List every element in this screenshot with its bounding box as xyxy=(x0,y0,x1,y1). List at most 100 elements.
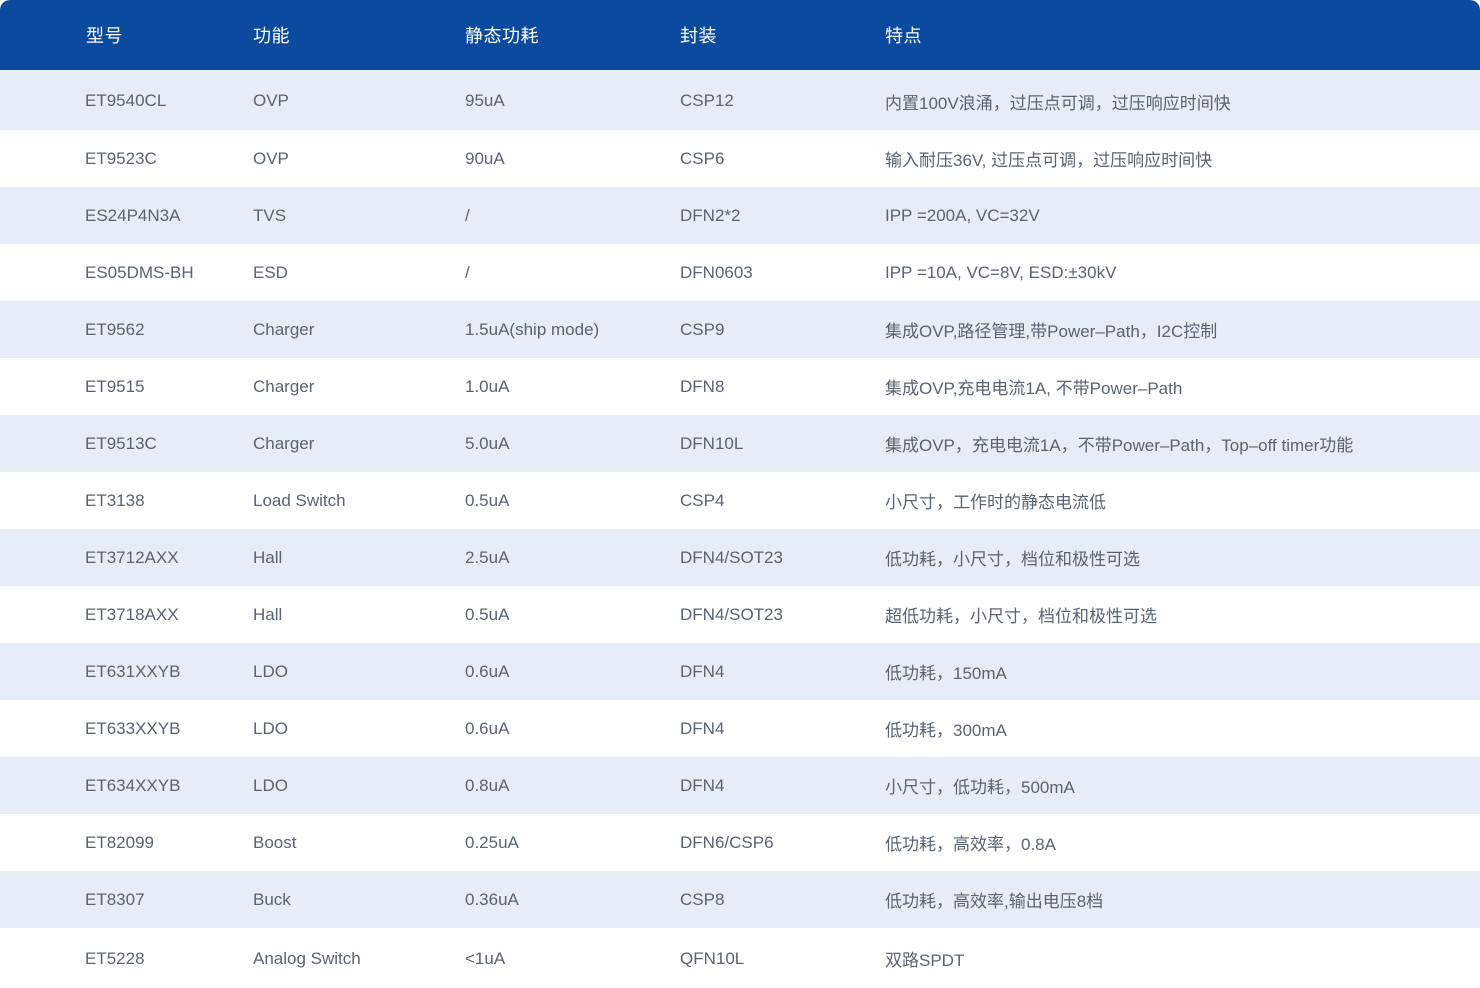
cell-model: ET9540CL xyxy=(85,91,167,110)
table-body: ET9540CL OVP 95uA CSP12 内置100V浪涌，过压点可调，过压响应时… xyxy=(0,70,1480,988)
cell-quiescent-power: 90uA xyxy=(465,148,505,168)
cell-features: 小尺寸，低功耗，500mA xyxy=(885,778,1075,797)
cell-features: IPP =10A, VC=8V, ESD:±30kV xyxy=(885,262,1117,282)
cell-model: ET82099 xyxy=(85,832,154,852)
table-row: ET3138 Load Switch 0.5uA CSP4 小尺寸，工作时的静态电流低 xyxy=(0,472,1480,529)
cell-quiescent-power: 0.6uA xyxy=(465,718,510,738)
cell-quiescent-power: 0.5uA xyxy=(465,490,510,510)
cell-model: ET633XXYB xyxy=(85,718,181,738)
cell-package: DFN10L xyxy=(680,433,744,453)
cell-package: CSP12 xyxy=(680,91,734,110)
cell-model: ET8307 xyxy=(85,889,145,909)
cell-features: 低功耗，300mA xyxy=(885,721,1007,740)
header-model: 型号 xyxy=(86,26,123,46)
cell-function: Hall xyxy=(253,547,283,567)
cell-function: OVP xyxy=(253,148,289,168)
cell-function: Analog Switch xyxy=(253,948,361,968)
cell-function: OVP xyxy=(253,91,289,110)
cell-features: 低功耗，小尺寸，档位和极性可选 xyxy=(885,550,1140,569)
cell-model: ET9523C xyxy=(85,148,157,168)
cell-package: DFN4 xyxy=(680,661,725,681)
cell-function: ESD xyxy=(253,262,288,282)
cell-model: ET9515 xyxy=(85,376,145,396)
cell-model: ET3712AXX xyxy=(85,547,179,567)
cell-function: Boost xyxy=(253,832,297,852)
cell-features: 集成OVP，充电电流1A，不带Power–Path，Top–off timer功… xyxy=(885,436,1354,455)
table-row: ES05DMS-BH ESD / DFN0603 IPP =10A, VC=8V, ES… xyxy=(0,244,1480,301)
cell-package: DFN4 xyxy=(680,718,725,738)
cell-model: ET631XXYB xyxy=(85,661,181,681)
table-row: ET9562 Charger 1.5uA(ship mode) CSP9 集成OVP,路… xyxy=(0,301,1480,358)
cell-quiescent-power: / xyxy=(465,262,470,282)
cell-model: ET9562 xyxy=(85,319,145,339)
table-row: ET9523C OVP 90uA CSP6 输入耐压36V, 过压点可调，过压响应时间快 xyxy=(0,130,1480,187)
cell-features: 低功耗，高效率，0.8A xyxy=(885,835,1056,854)
cell-quiescent-power: / xyxy=(465,205,470,225)
cell-function: Buck xyxy=(253,889,291,909)
header-package: 封装 xyxy=(680,26,717,46)
header-row: 型号 功能 静态功耗 封装 特点 xyxy=(0,0,1480,70)
cell-quiescent-power: 95uA xyxy=(465,91,505,110)
table-row: ET3712AXX Hall 2.5uA DFN4/SOT23 低功耗，小尺寸，档位和极… xyxy=(0,529,1480,586)
table-row: ET5228 Analog Switch <1uA QFN10L 双路SPDT xyxy=(0,928,1480,988)
product-spec-table-container: 型号 功能 静态功耗 封装 特点 ET9540CL OVP 95uA CSP12 内置1… xyxy=(0,0,1480,988)
cell-features: 低功耗，高效率,输出电压8档 xyxy=(885,892,1104,911)
table-row: ET8307 Buck 0.36uA CSP8 低功耗，高效率,输出电压8档 xyxy=(0,871,1480,928)
cell-features: 集成OVP,充电电流1A, 不带Power–Path xyxy=(885,379,1183,398)
cell-quiescent-power: 5.0uA xyxy=(465,433,510,453)
cell-function: TVS xyxy=(253,205,287,225)
table-row: ET82099 Boost 0.25uA DFN6/CSP6 低功耗，高效率，0.8A xyxy=(0,814,1480,871)
table-row: ET9515 Charger 1.0uA DFN8 集成OVP,充电电流1A, 不带Po… xyxy=(0,358,1480,415)
cell-quiescent-power: 0.5uA xyxy=(465,604,510,624)
cell-package: DFN4/SOT23 xyxy=(680,547,783,567)
cell-quiescent-power: 0.25uA xyxy=(465,832,519,852)
cell-features: 低功耗，150mA xyxy=(885,664,1007,683)
cell-quiescent-power: 0.8uA xyxy=(465,775,510,795)
cell-model: ET5228 xyxy=(85,948,145,968)
cell-features: 内置100V浪涌，过压点可调，过压响应时间快 xyxy=(885,93,1231,113)
product-spec-table: 型号 功能 静态功耗 封装 特点 ET9540CL OVP 95uA CSP12 内置1… xyxy=(0,0,1480,988)
table-row: ET9513C Charger 5.0uA DFN10L 集成OVP，充电电流1A，不带… xyxy=(0,415,1480,472)
cell-model: ES05DMS-BH xyxy=(85,262,194,282)
cell-features: 小尺寸，工作时的静态电流低 xyxy=(885,493,1106,512)
cell-package: QFN10L xyxy=(680,948,745,968)
header-quiescent-power: 静态功耗 xyxy=(465,26,539,46)
cell-package: CSP9 xyxy=(680,319,725,339)
cell-features: IPP =200A, VC=32V xyxy=(885,205,1040,225)
table-row: ET633XXYB LDO 0.6uA DFN4 低功耗，300mA xyxy=(0,700,1480,757)
cell-quiescent-power: 1.0uA xyxy=(465,376,510,396)
cell-package: DFN0603 xyxy=(680,262,753,282)
cell-function: Charger xyxy=(253,319,315,339)
cell-quiescent-power: <1uA xyxy=(465,948,506,968)
cell-function: Load Switch xyxy=(253,490,346,510)
cell-package: CSP8 xyxy=(680,889,725,909)
header-function: 功能 xyxy=(253,26,290,46)
cell-features: 超低功耗，小尺寸，档位和极性可选 xyxy=(885,607,1157,626)
table-row: ET9540CL OVP 95uA CSP12 内置100V浪涌，过压点可调，过压响应时… xyxy=(0,70,1480,130)
cell-function: LDO xyxy=(253,718,288,738)
cell-model: ES24P4N3A xyxy=(85,205,181,225)
cell-function: LDO xyxy=(253,661,288,681)
cell-quiescent-power: 0.6uA xyxy=(465,661,510,681)
cell-package: CSP4 xyxy=(680,490,725,510)
cell-quiescent-power: 1.5uA(ship mode) xyxy=(465,319,600,339)
cell-package: DFN8 xyxy=(680,376,725,396)
cell-features: 集成OVP,路径管理,带Power–Path，I2C控制 xyxy=(885,322,1218,341)
cell-function: Charger xyxy=(253,376,315,396)
table-row: ET634XXYB LDO 0.8uA DFN4 小尺寸，低功耗，500mA xyxy=(0,757,1480,814)
cell-features: 双路SPDT xyxy=(885,951,965,970)
table-row: ET3718AXX Hall 0.5uA DFN4/SOT23 超低功耗，小尺寸，档位和… xyxy=(0,586,1480,643)
cell-features: 输入耐压36V, 过压点可调，过压响应时间快 xyxy=(885,151,1213,170)
cell-package: DFN6/CSP6 xyxy=(680,832,774,852)
cell-model: ET3138 xyxy=(85,490,145,510)
cell-quiescent-power: 0.36uA xyxy=(465,889,519,909)
cell-quiescent-power: 2.5uA xyxy=(465,547,510,567)
cell-package: DFN4/SOT23 xyxy=(680,604,783,624)
cell-function: Charger xyxy=(253,433,315,453)
cell-package: DFN2*2 xyxy=(680,205,741,225)
header-features: 特点 xyxy=(885,26,922,46)
cell-model: ET3718AXX xyxy=(85,604,179,624)
table-row: ES24P4N3A TVS / DFN2*2 IPP =200A, VC=32V xyxy=(0,187,1480,244)
cell-model: ET9513C xyxy=(85,433,157,453)
cell-package: DFN4 xyxy=(680,775,725,795)
